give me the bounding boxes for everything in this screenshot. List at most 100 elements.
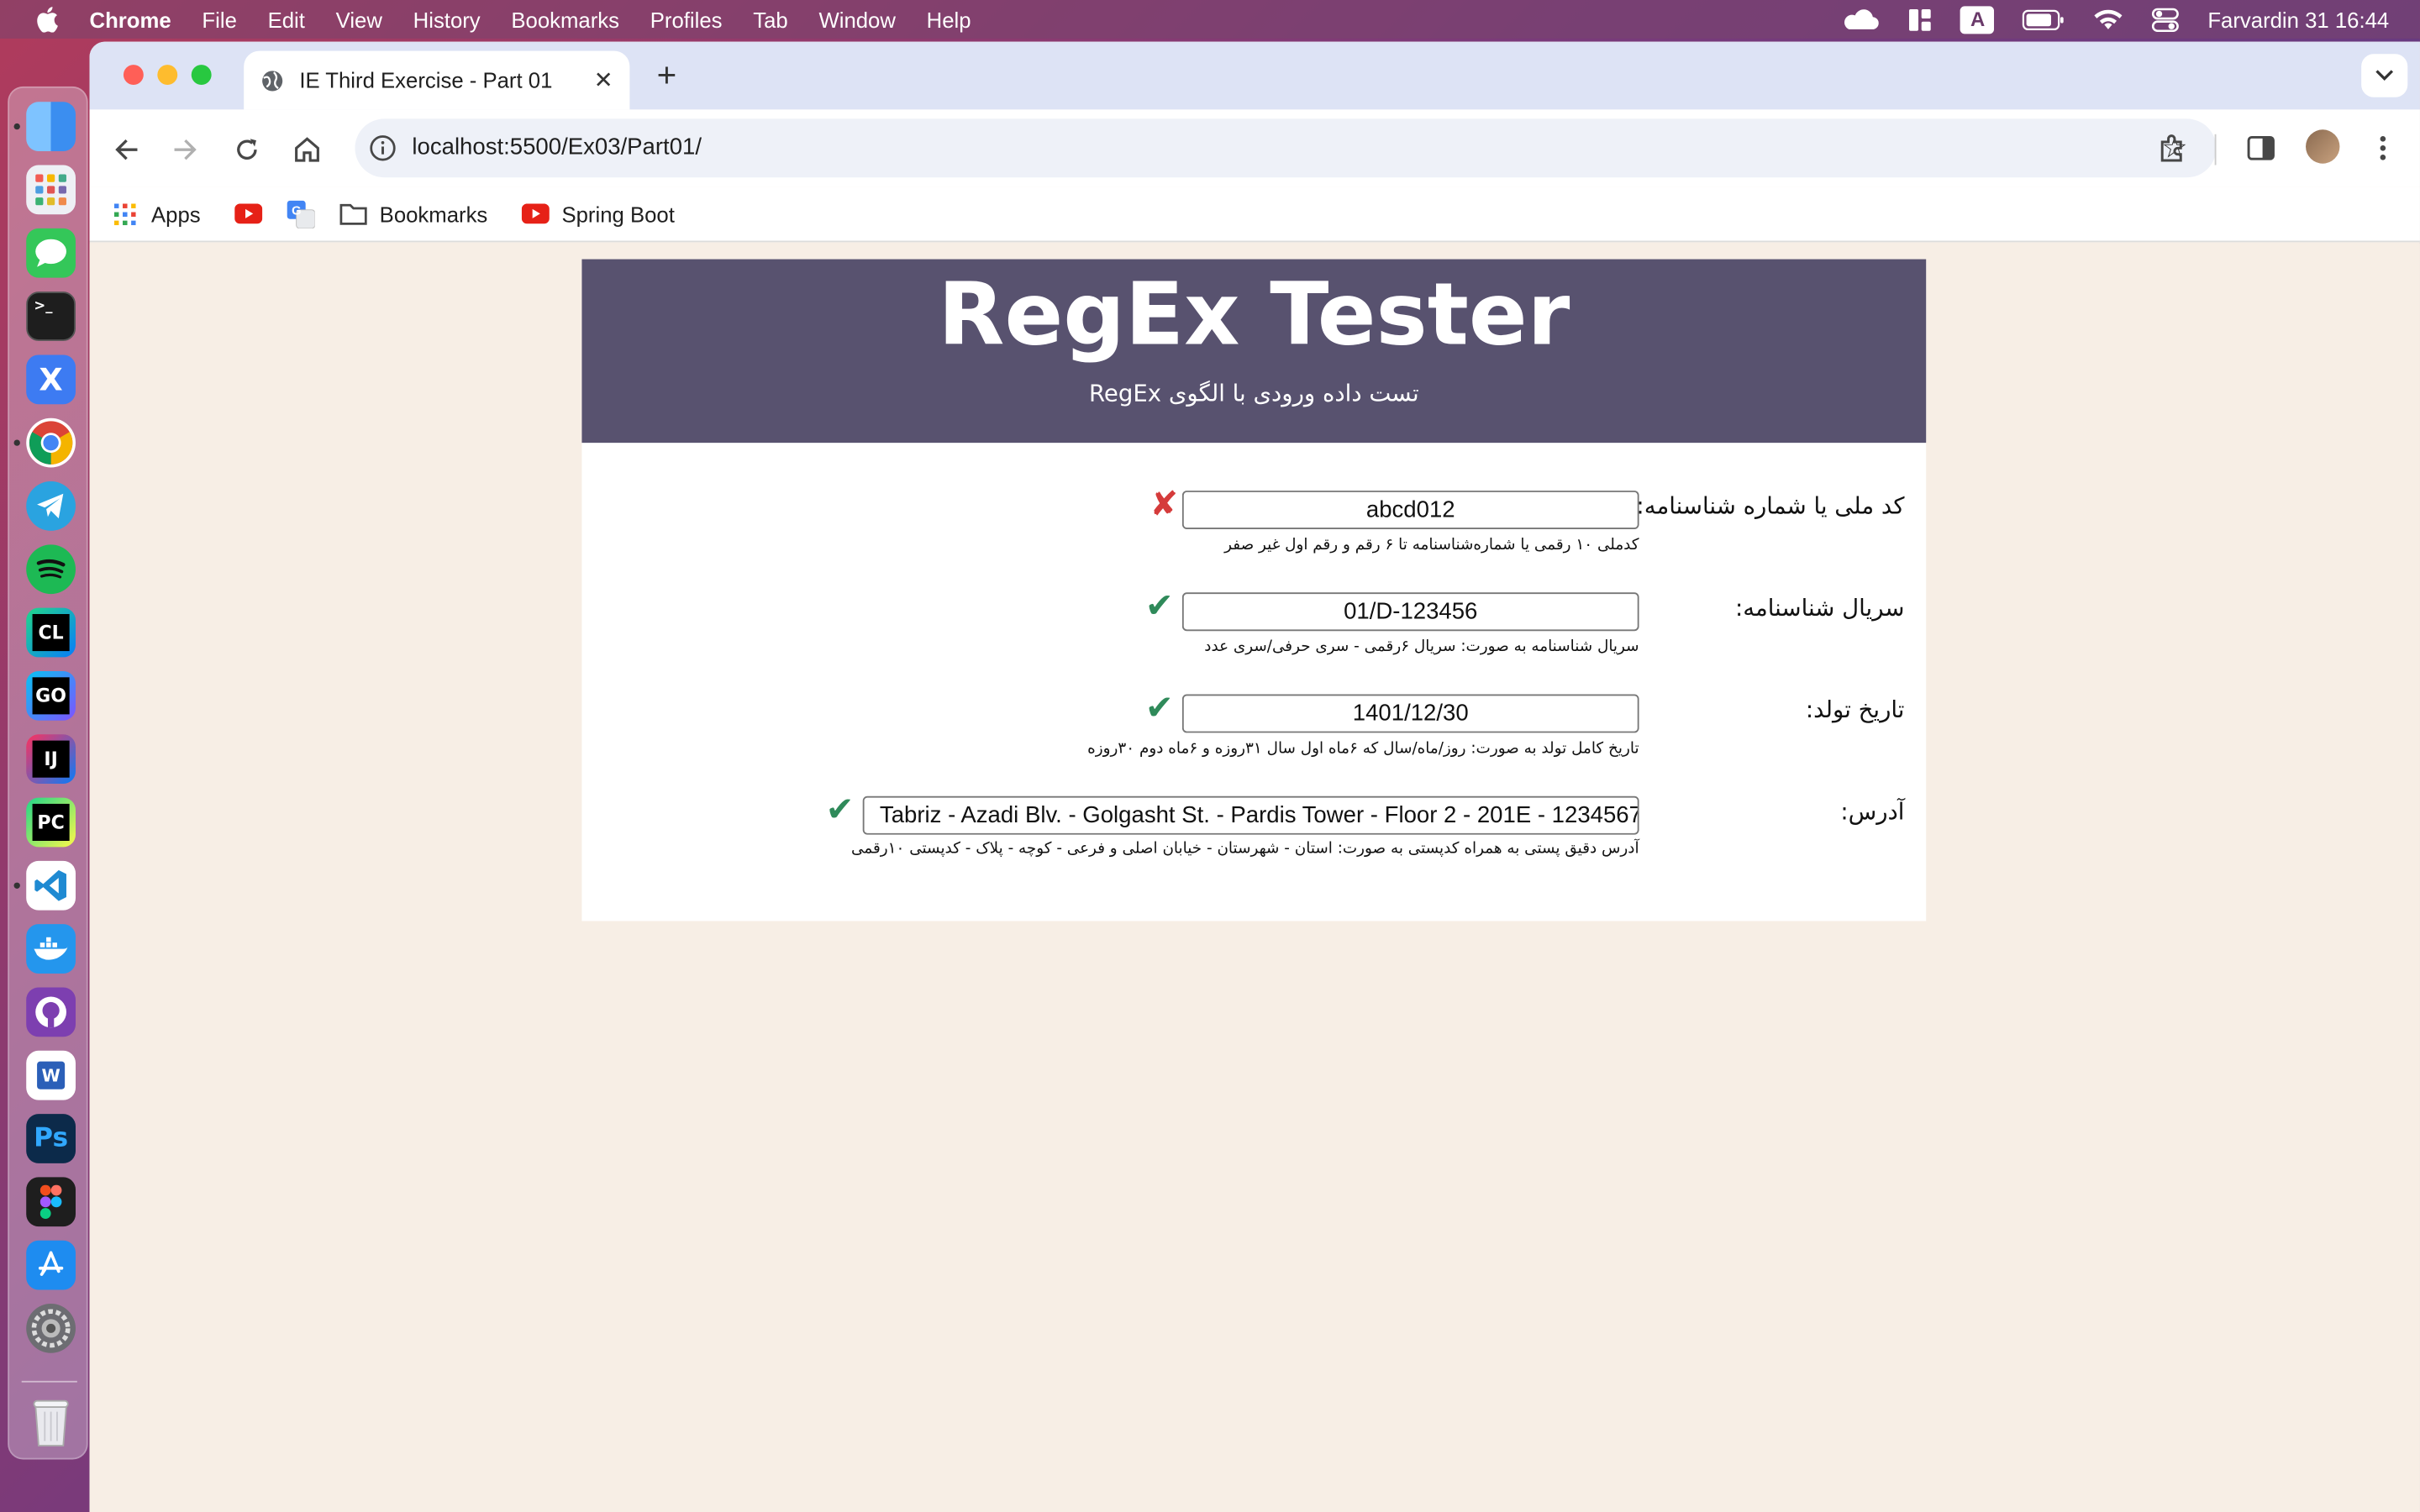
more-menu-icon[interactable]: [2365, 129, 2402, 166]
field-label: آدرس:: [1840, 797, 1905, 826]
figma-icon[interactable]: [26, 1177, 76, 1227]
side-panel-icon[interactable]: [2243, 129, 2280, 166]
desktop: Chrome File Edit View History Bookmarks …: [0, 0, 2420, 1512]
github-desktop-icon[interactable]: [26, 987, 76, 1037]
finder-icon[interactable]: [26, 102, 76, 151]
valid-check-icon: ✔: [825, 791, 855, 831]
zoom-window-button[interactable]: [191, 65, 212, 86]
bookmark-youtube[interactable]: [234, 200, 263, 228]
form-row-address: آدرس: Tabriz - Azadi Blv. - Golgasht St.…: [581, 791, 1926, 870]
menu-app-name[interactable]: Chrome: [90, 7, 171, 31]
apps-grid-icon: [111, 200, 139, 228]
valid-check-icon: ✔: [1144, 587, 1174, 627]
bookmark-label: Bookmarks: [379, 201, 488, 227]
address-input[interactable]: Tabriz - Azadi Blv. - Golgasht St. - Par…: [862, 795, 1639, 835]
field-hint: سریال شناسنامه به صورت: سریال ۶رقمی - سر…: [1204, 638, 1639, 656]
launchpad-icon[interactable]: [26, 165, 76, 215]
menu-clock[interactable]: Farvardin 31 16:44: [2207, 7, 2389, 31]
youtube-icon: [521, 200, 550, 228]
trash-icon[interactable]: [26, 1398, 76, 1447]
pycharm-icon[interactable]: PC: [26, 797, 76, 848]
menu-help[interactable]: Help: [927, 7, 971, 31]
terminal-icon[interactable]: >_: [26, 291, 76, 341]
bookmark-apps[interactable]: Apps: [111, 200, 201, 228]
close-window-button[interactable]: [123, 65, 144, 86]
spotify-icon[interactable]: [26, 544, 76, 595]
status-area: A Farvardin 31 16:44: [1840, 0, 2389, 39]
field-hint: کدملی ۱۰ رقمی یا شماره‌شناسنامه تا ۶ رقم…: [1224, 537, 1639, 554]
regex-form-card: RegEx Tester تست داده ورودی با الگوی Reg…: [581, 259, 1927, 921]
youtube-icon: [234, 200, 263, 228]
home-icon: [295, 137, 319, 162]
field-label: سریال شناسنامه:: [1734, 594, 1905, 622]
minimize-window-button[interactable]: [157, 65, 178, 86]
telegram-icon[interactable]: [26, 481, 76, 531]
reload-icon: [237, 139, 257, 160]
xcode-icon[interactable]: X: [26, 354, 76, 405]
clion-icon[interactable]: CL: [26, 607, 76, 658]
menu-edit[interactable]: Edit: [268, 7, 305, 31]
national-id-input[interactable]: abcd012: [1181, 491, 1639, 529]
tab-active[interactable]: IE Third Exercise - Part 01 ✕: [244, 50, 630, 110]
site-info-icon[interactable]: [364, 129, 401, 166]
bookmark-label: Apps: [150, 201, 201, 227]
reload-button[interactable]: [225, 128, 268, 171]
menu-history[interactable]: History: [413, 7, 481, 31]
dock-glyph: PC: [32, 803, 70, 842]
close-tab-icon[interactable]: ✕: [590, 66, 618, 94]
profile-avatar[interactable]: [2306, 129, 2340, 164]
messages-icon[interactable]: [26, 228, 76, 278]
goland-icon[interactable]: GO: [26, 670, 76, 721]
tab-search-button[interactable]: [2361, 54, 2408, 97]
valid-check-icon: ✔: [1144, 690, 1174, 728]
apple-icon[interactable]: [31, 0, 62, 39]
bookmark-spring-boot[interactable]: Spring Boot: [521, 200, 675, 228]
vscode-icon[interactable]: [26, 860, 76, 911]
home-button[interactable]: [286, 128, 329, 171]
dock-glyph: W: [37, 1061, 66, 1089]
extensions-icon[interactable]: [2153, 129, 2190, 166]
field-label: کد ملی یا شماره شناسنامه:: [1636, 491, 1905, 520]
forward-button[interactable]: [164, 128, 207, 171]
menu-view[interactable]: View: [336, 7, 382, 31]
menu-bar: Chrome File Edit View History Bookmarks …: [0, 0, 2420, 39]
photoshop-icon[interactable]: Ps: [26, 1114, 76, 1163]
input-source-label: A: [1960, 5, 1995, 34]
running-indicator: [13, 123, 20, 130]
svg-text:G: G: [292, 203, 301, 217]
serial-input[interactable]: 01/D-123456: [1181, 592, 1639, 632]
bookmark-folder[interactable]: Bookmarks: [339, 200, 487, 228]
back-button[interactable]: [105, 128, 148, 171]
running-indicator: [13, 882, 20, 889]
field-hint: تاریخ کامل تولد به صورت: روز/ماه/سال که …: [1087, 740, 1639, 758]
birthdate-input[interactable]: 1401/12/30: [1181, 694, 1639, 733]
menu-file[interactable]: File: [202, 7, 236, 31]
docker-icon[interactable]: [26, 924, 76, 974]
system-settings-icon[interactable]: [26, 1304, 76, 1353]
address-bar[interactable]: localhost:5500/Ex03/Part01/ ☆: [355, 118, 2217, 178]
word-icon[interactable]: W: [26, 1050, 76, 1100]
menu-bookmarks[interactable]: Bookmarks: [511, 7, 619, 31]
form-row-birthdate: تاریخ تولد: 1401/12/30 تاریخ کامل تولد ب…: [581, 690, 1926, 769]
folder-icon: [339, 200, 367, 228]
battery-icon[interactable]: [2023, 8, 2065, 30]
cloud-icon[interactable]: [1840, 8, 1881, 30]
menu-window[interactable]: Window: [818, 7, 895, 31]
arrow-right-icon: [174, 139, 197, 160]
new-tab-button[interactable]: +: [648, 55, 685, 94]
input-source-icon[interactable]: A: [1960, 5, 1995, 34]
chrome-icon[interactable]: [26, 417, 76, 468]
wifi-icon[interactable]: [2093, 7, 2124, 31]
chevron-down-icon: [2375, 70, 2394, 81]
control-center-icon[interactable]: [2152, 7, 2180, 32]
menu-profiles[interactable]: Profiles: [650, 7, 723, 31]
window-layout-icon[interactable]: [1908, 7, 1933, 31]
dock-glyph: Ps: [34, 1123, 69, 1154]
bookmark-label: Spring Boot: [561, 201, 675, 227]
app-store-icon[interactable]: [26, 1240, 76, 1290]
menu-tab[interactable]: Tab: [753, 7, 787, 31]
invalid-cross-icon: ✘: [1150, 486, 1179, 525]
bookmark-translate[interactable]: G: [287, 199, 315, 228]
intellij-icon[interactable]: IJ: [26, 734, 76, 785]
tab-title: IE Third Exercise - Part 01: [299, 67, 553, 93]
